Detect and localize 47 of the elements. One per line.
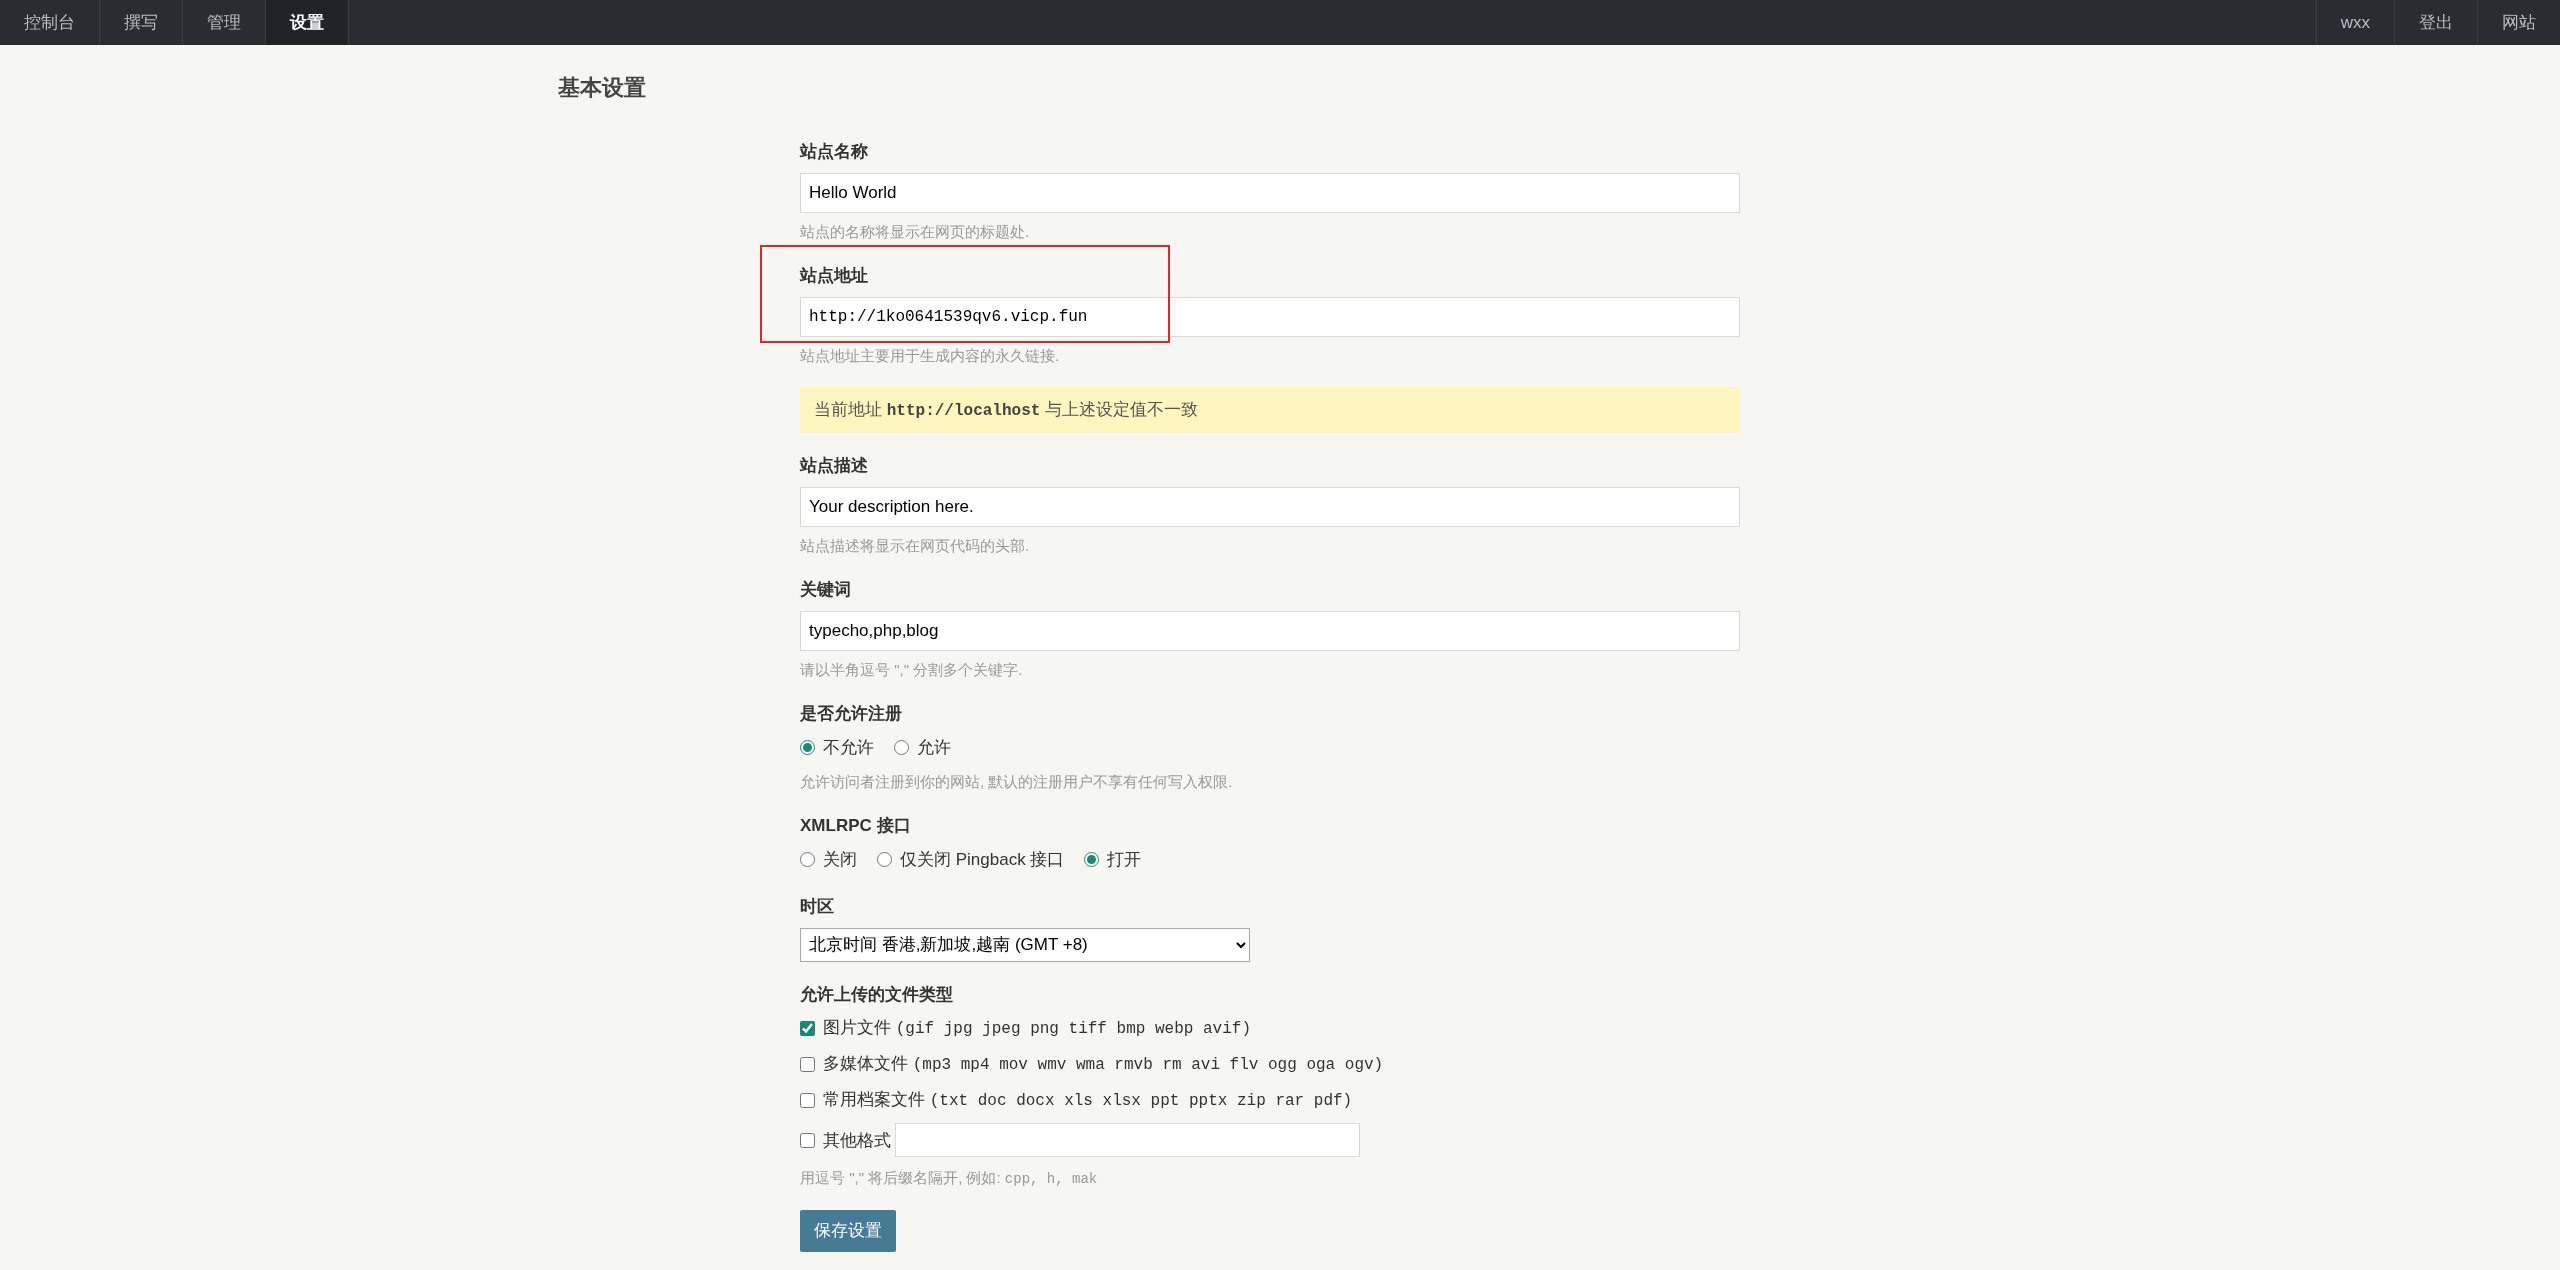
radio-button[interactable] — [894, 740, 909, 756]
field-label: 站点地址 — [800, 265, 868, 288]
text-field[interactable]: http://1ko0641539qv6.vicp.fun — [800, 296, 1740, 337]
page-title: 基本设置 — [558, 75, 647, 102]
field-label: 站点描述 — [800, 455, 868, 478]
checkbox-label[interactable]: 其他格式 — [823, 1127, 891, 1154]
field-label: XMLRPC 接口 — [800, 815, 911, 838]
radio-button[interactable] — [1084, 851, 1100, 867]
checkbox[interactable] — [800, 1132, 815, 1148]
field-hint: 站点的名称将显示在网页的标题处. — [800, 221, 1031, 242]
radio-label[interactable]: 打开 — [1107, 846, 1142, 873]
field-hint: 允许访问者注册到你的网站, 默认的注册用户不享有任何写入权限. — [800, 771, 1234, 792]
field-hint: 用逗号 "," 将后缀名隔开, 例如: cpp, h, mak — [800, 1168, 1099, 1190]
checkbox-label[interactable]: 图片文件 (gif jpg jpeg png tiff bmp webp avif) — [823, 1015, 1251, 1042]
nav-tab[interactable]: 设置 — [266, 0, 349, 45]
checkbox-label[interactable]: 多媒体文件 (mp3 mp4 mov wmv wma rmvb rm avi flv ogg oga ogv) — [823, 1051, 1384, 1078]
field-hint: 站点地址主要用于生成内容的永久链接. — [800, 345, 1061, 366]
nav-link[interactable]: 登出 — [2394, 0, 2477, 45]
nav-link[interactable]: wxx — [2315, 0, 2394, 45]
checkbox[interactable] — [800, 1020, 815, 1036]
radio-label[interactable]: 仅关闭 Pingback 接口 — [900, 846, 1065, 873]
radio-label[interactable]: 不允许 — [823, 734, 874, 761]
field-label: 关键词 — [800, 579, 851, 602]
text-field[interactable]: Hello World — [800, 172, 1740, 213]
warning-notice: 当前地址 http://localhost 与上述设定值不一致 — [800, 387, 1740, 434]
nav-link[interactable]: 网站 — [2477, 0, 2560, 45]
checkbox[interactable] — [800, 1056, 815, 1072]
radio-button[interactable] — [800, 740, 815, 756]
text-field[interactable]: typecho,php,blog — [800, 610, 1740, 651]
timezone-dropdown[interactable]: 北京时间 香港,新加坡,越南 (GMT +8) — [800, 927, 1250, 962]
nav-tab[interactable]: 控制台 — [0, 0, 100, 45]
radio-button[interactable] — [800, 851, 815, 867]
text-field[interactable]: Your description here. — [800, 486, 1740, 527]
checkbox[interactable] — [800, 1092, 815, 1108]
nav-tab[interactable]: 撰写 — [100, 0, 183, 45]
radio-label[interactable]: 关闭 — [823, 846, 857, 873]
text-field[interactable] — [895, 1123, 1360, 1158]
field-label: 允许上传的文件类型 — [800, 983, 953, 1006]
field-label: 站点名称 — [800, 141, 868, 164]
radio-button[interactable] — [877, 851, 892, 867]
field-label: 是否允许注册 — [800, 703, 902, 726]
radio-label[interactable]: 允许 — [917, 734, 951, 761]
field-hint: 请以半角逗号 "," 分割多个关键字. — [800, 659, 1024, 680]
checkbox-label[interactable]: 常用档案文件 (txt doc docx xls xlsx ppt pptx zip rar pdf) — [823, 1087, 1353, 1114]
field-hint: 站点描述将显示在网页代码的头部. — [800, 535, 1031, 556]
field-label: 时区 — [800, 896, 834, 919]
save-button[interactable]: 保存设置 — [800, 1210, 896, 1252]
